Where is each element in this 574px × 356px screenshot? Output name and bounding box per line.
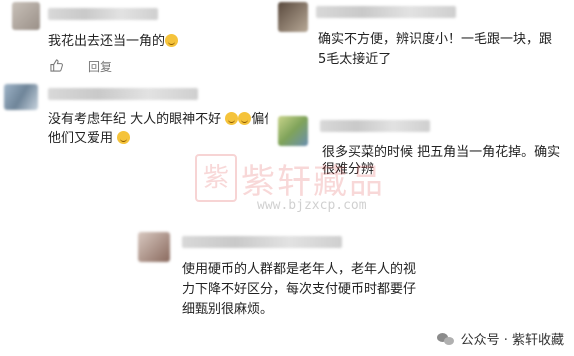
comment-1: 我花出去还当一角的 回复 bbox=[0, 0, 270, 80]
avatar[interactable] bbox=[138, 232, 170, 262]
watermark-name: 紫轩藏品 bbox=[241, 162, 385, 202]
avatar[interactable] bbox=[12, 2, 40, 30]
footer-label: 公众号 · 紫轩收藏 bbox=[460, 333, 564, 348]
watermark-seal: 紫 bbox=[195, 154, 237, 202]
watermark: 紫 紫轩藏品 www.bjzxcp.com bbox=[195, 150, 395, 220]
wave-emoji-icon bbox=[117, 131, 131, 144]
comment-text: 使用硬币的人群都是老年人，老年人的视 力下降不好区分，每次支付硬币时都要仔 细甄… bbox=[182, 262, 417, 317]
footer: 公众号 · 紫轩收藏 bbox=[436, 329, 564, 348]
comment-text: 我花出去还当一角的 bbox=[48, 32, 179, 51]
watermark-url: www.bjzxcp.com bbox=[257, 198, 367, 213]
reply-button[interactable]: 回复 bbox=[88, 58, 112, 75]
avatar[interactable] bbox=[278, 116, 308, 146]
comment-text: 确实不方便，辨识度小！一毛跟一块，跟 5毛太接近了 bbox=[318, 32, 553, 67]
like-icon[interactable] bbox=[50, 59, 63, 72]
username-blurred[interactable] bbox=[48, 8, 158, 20]
avatar[interactable] bbox=[4, 84, 38, 110]
laugh-emoji-icon bbox=[165, 34, 179, 47]
username-blurred[interactable] bbox=[316, 6, 456, 18]
grin-emoji-icon bbox=[238, 112, 252, 125]
grin-emoji-icon bbox=[225, 112, 239, 125]
comment-3: 没有考虑年纪 大人的眼神不好 偏偏 他们又爱用 bbox=[0, 80, 277, 150]
username-blurred[interactable] bbox=[48, 88, 198, 100]
comment-2: 确实不方便，辨识度小！一毛跟一块，跟 5毛太接近了 bbox=[268, 0, 574, 75]
username-blurred[interactable] bbox=[320, 120, 430, 132]
username-blurred[interactable] bbox=[182, 236, 342, 248]
wechat-icon bbox=[436, 332, 455, 346]
avatar[interactable] bbox=[278, 2, 308, 32]
comment-5: 使用硬币的人群都是老年人，老年人的视 力下降不好区分，每次支付硬币时都要仔 细甄… bbox=[130, 228, 460, 328]
comment-text: 没有考虑年纪 大人的眼神不好 偏偏 他们又爱用 bbox=[48, 112, 278, 146]
